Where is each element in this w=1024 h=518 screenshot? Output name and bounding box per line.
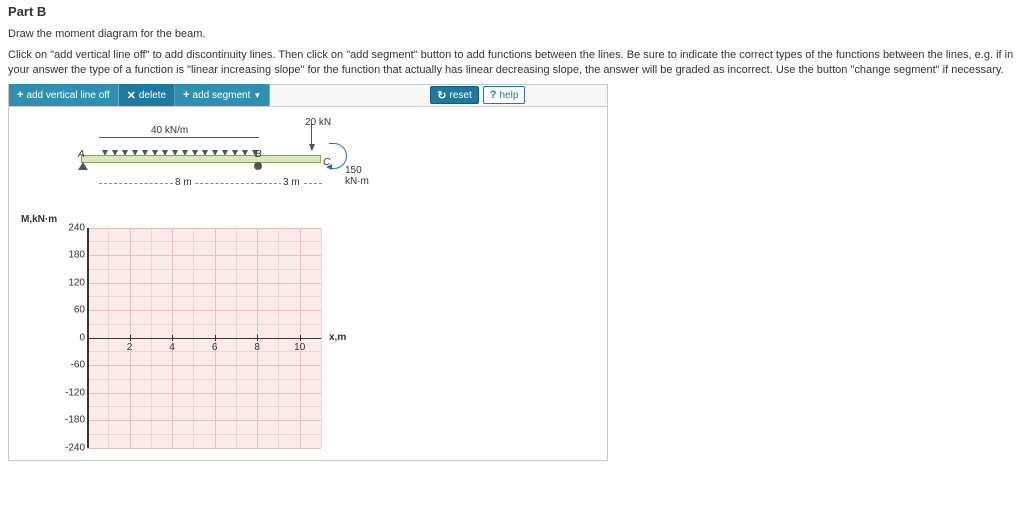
x-tick-label: 4: [169, 342, 175, 353]
beam-bar: [81, 155, 321, 163]
delete-button[interactable]: ✕ delete: [119, 84, 175, 106]
y-tick-label: 60: [61, 305, 85, 316]
beam-illustration: 40 kN/m 20 kN A B C 150 kN·m 8 m 3 m: [81, 115, 361, 220]
y-tick-label: -240: [61, 442, 85, 453]
y-tick-label: -120: [61, 387, 85, 398]
point-load-arrow: [311, 122, 312, 150]
pin-support-icon: [78, 162, 88, 172]
x-tick-label: 10: [294, 342, 305, 353]
part-title: Part B: [8, 4, 1016, 19]
refresh-icon: ↻: [437, 89, 446, 102]
y-tick-label: -180: [61, 415, 85, 426]
reset-label: reset: [450, 90, 472, 101]
x-tick-label: 6: [212, 342, 218, 353]
help-button[interactable]: ? help: [483, 86, 526, 104]
add-line-label: add vertical line off: [26, 90, 109, 101]
add-segment-label: add segment: [193, 90, 251, 101]
x-tick-label: 8: [254, 342, 260, 353]
moment-label: 150 kN·m: [345, 165, 369, 187]
instructions-text: Click on "add vertical line off" to add …: [8, 48, 1016, 78]
distributed-load-arrows: [99, 137, 259, 155]
point-b-label: B: [255, 149, 262, 160]
y-tick-label: 180: [61, 250, 85, 261]
y-tick-label: 0: [61, 332, 85, 343]
help-label: help: [499, 90, 518, 101]
y-tick-label: 240: [61, 222, 85, 233]
moment-chart[interactable]: M,kN·m x,m 240180120600-60-120-180-240 2…: [61, 228, 361, 448]
drawing-panel: + add vertical line off ✕ delete + add s…: [8, 84, 608, 461]
x-icon: ✕: [127, 89, 136, 102]
roller-support-icon: [254, 162, 262, 170]
reset-button[interactable]: ↻ reset: [430, 86, 478, 104]
plus-icon: +: [183, 89, 189, 101]
dimension-3m-label: 3 m: [281, 177, 302, 188]
x-axis-label: x,m: [329, 332, 346, 343]
x-axis: [87, 338, 321, 340]
plus-icon: +: [17, 89, 23, 101]
dimension-8m-label: 8 m: [173, 177, 194, 188]
y-tick-label: 120: [61, 277, 85, 288]
delete-label: delete: [139, 90, 166, 101]
x-tick-label: 2: [127, 342, 133, 353]
chevron-down-icon: ▼: [253, 91, 261, 100]
point-a-label: A: [78, 149, 85, 160]
diagram-area: 40 kN/m 20 kN A B C 150 kN·m 8 m 3 m M,k…: [9, 107, 607, 460]
prompt-text: Draw the moment diagram for the beam.: [8, 27, 1016, 42]
distributed-load-label: 40 kN/m: [151, 125, 188, 136]
y-axis-label: M,kN·m: [21, 214, 57, 225]
add-vertical-line-button[interactable]: + add vertical line off: [9, 84, 119, 106]
toolbar: + add vertical line off ✕ delete + add s…: [9, 85, 607, 107]
question-icon: ?: [490, 89, 497, 101]
add-segment-button[interactable]: + add segment ▼: [175, 84, 270, 106]
point-load-label: 20 kN: [305, 117, 331, 128]
y-tick-label: -60: [61, 360, 85, 371]
